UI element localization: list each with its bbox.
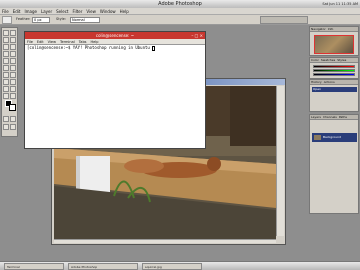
zoom-tool-icon[interactable] (10, 93, 16, 99)
move-tool-icon[interactable] (10, 30, 16, 36)
layers-tab-bar: Layers Channels Paths (310, 115, 358, 120)
magic-wand-icon[interactable] (10, 37, 16, 43)
feather-label: Feather: (16, 17, 31, 21)
stamp-tool-icon[interactable] (3, 58, 9, 64)
type-tool-icon[interactable] (3, 79, 9, 85)
menu-file[interactable]: File (0, 8, 11, 15)
menu-edit[interactable]: Edit (11, 8, 23, 15)
tab-swatches[interactable]: Swatches (320, 58, 336, 63)
history-list: Open (310, 80, 358, 110)
menu-bar: File Edit Image Layer Select Filter View… (0, 8, 360, 15)
slice-tool-icon[interactable] (10, 44, 16, 50)
tab-info[interactable]: Info (327, 27, 335, 32)
layers-panel: Layers Channels Paths Background (309, 114, 359, 214)
notes-tool-icon[interactable] (10, 86, 16, 92)
lasso-tool-icon[interactable] (3, 37, 9, 43)
hand-tool-icon[interactable] (3, 93, 9, 99)
tab-channels[interactable]: Channels (322, 115, 338, 120)
tab-navigator[interactable]: Navigator (310, 27, 327, 32)
layer-thumbnail (314, 135, 321, 140)
blue-slider[interactable] (313, 73, 355, 76)
menu-image[interactable]: Image (22, 8, 39, 15)
clock: Sat Jun 11 11:35 AM (322, 2, 358, 6)
marquee-tool-icon[interactable] (3, 30, 9, 36)
history-brush-icon[interactable] (10, 58, 16, 64)
brush-tool-icon[interactable] (10, 51, 16, 57)
style-select[interactable]: Normal (70, 17, 100, 23)
color-tab-bar: Color Swatches Styles (310, 58, 358, 63)
terminal-line[interactable]: [colin@sencense:~$ YAY! Photoshop runnin… (25, 45, 205, 51)
shape-tool-icon[interactable] (3, 86, 9, 92)
toolbox (1, 27, 18, 137)
quick-mask-icon[interactable] (3, 116, 9, 122)
taskbar-terminal-button[interactable]: Terminal (4, 263, 64, 270)
app-title-bar: Adobe Photoshop (0, 0, 360, 8)
image-horizontal-scrollbar[interactable] (54, 239, 276, 243)
palette-well (260, 16, 308, 24)
style-label: Style: (56, 17, 66, 21)
image-vertical-scrollbar[interactable] (276, 86, 284, 236)
tab-paths[interactable]: Paths (338, 115, 348, 120)
tab-styles[interactable]: Styles (336, 58, 347, 63)
green-slider[interactable] (313, 69, 355, 72)
screen-mode-icon[interactable] (3, 124, 9, 130)
tab-color[interactable]: Color (310, 58, 320, 63)
feather-field[interactable]: 0 px (32, 17, 50, 23)
pen-tool-icon[interactable] (10, 79, 16, 85)
menu-filter[interactable]: Filter (70, 8, 84, 15)
eraser-tool-icon[interactable] (3, 65, 9, 71)
healing-brush-icon[interactable] (3, 51, 9, 57)
terminal-titlebar[interactable]: colin@sencense: ~ (25, 32, 205, 39)
jump-to-imageready-icon[interactable] (10, 124, 16, 130)
window-controls-icon[interactable]: – □ × (191, 33, 203, 38)
background-color-swatch[interactable] (9, 104, 16, 111)
navigator-thumbnail[interactable] (314, 35, 354, 54)
text-cursor (152, 45, 156, 51)
menu-window[interactable]: Window (98, 8, 118, 15)
taskbar-image-button[interactable]: squirrel.jpg (142, 263, 202, 270)
terminal-text: [colin@sencense:~$ YAY! Photoshop runnin… (27, 45, 150, 50)
color-panel: Color Swatches Styles (309, 57, 359, 79)
menu-select[interactable]: Select (54, 8, 70, 15)
path-select-icon[interactable] (10, 72, 16, 78)
terminal-window: colin@sencense: ~ – □ × File Edit View T… (24, 31, 206, 149)
menu-help[interactable]: Help (118, 8, 131, 15)
marquee-preset-icon[interactable] (2, 16, 12, 24)
crop-tool-icon[interactable] (3, 44, 9, 50)
taskbar-photoshop-button[interactable]: Adobe Photoshop (68, 263, 138, 270)
dodge-tool-icon[interactable] (3, 72, 9, 78)
menu-layer[interactable]: Layer (39, 8, 54, 15)
taskbar: Terminal Adobe Photoshop squirrel.jpg (0, 261, 360, 270)
tab-layers[interactable]: Layers (310, 115, 322, 120)
red-slider[interactable] (313, 65, 355, 68)
navigator-panel: Navigator Info (309, 26, 359, 56)
standard-mode-icon[interactable] (10, 116, 16, 122)
navigator-tab-bar: Navigator Info (310, 27, 358, 32)
menu-view[interactable]: View (84, 8, 98, 15)
gradient-tool-icon[interactable] (10, 65, 16, 71)
history-panel: History Actions Open (309, 79, 359, 112)
history-item[interactable]: Open (312, 87, 357, 92)
